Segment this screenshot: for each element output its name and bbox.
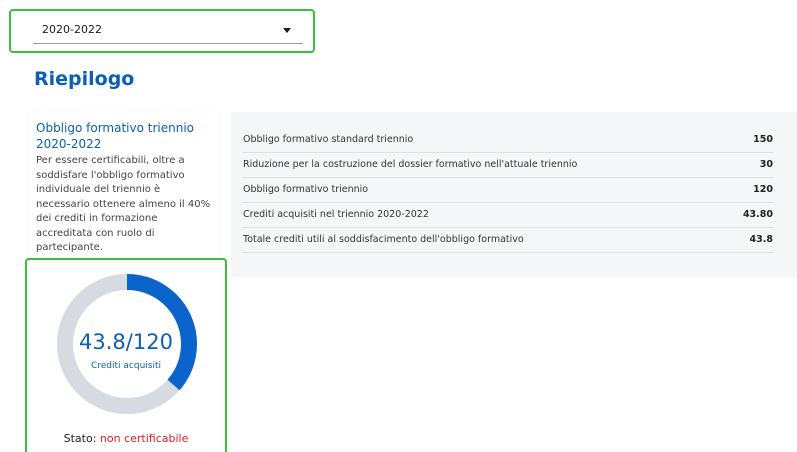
summary-row-label: Obbligo formativo standard triennio [243,134,414,145]
page: 2020-2022 Riepilogo Obbligo formativo tr… [0,0,797,452]
period-select-value: 2020-2022 [42,23,102,36]
period-selector-frame: 2020-2022 [9,9,315,53]
summary-row-value: 120 [753,184,773,195]
credits-donut-card: 43.8/120 Crediti acquisiti Stato: non ce… [25,258,227,452]
summary-row-label: Totale crediti utili al soddisfacimento … [243,234,524,245]
summary-table: Obbligo formativo standard triennio 150 … [231,112,797,277]
summary-row: Obbligo formativo triennio 120 [243,178,773,203]
summary-row-label: Crediti acquisiti nel triennio 2020-2022 [243,209,429,220]
summary-row-value: 30 [759,159,773,170]
summary-row-value: 43.80 [742,209,773,220]
summary-row-value: 150 [753,134,773,145]
status-label: Stato: [63,432,97,445]
summary-row: Totale crediti utili al soddisfacimento … [243,228,773,253]
period-select[interactable]: 2020-2022 [33,17,303,44]
section-title: Riepilogo [34,68,135,90]
summary-row: Crediti acquisiti nel triennio 2020-2022… [243,203,773,228]
summary-row-value: 43.8 [749,234,773,245]
summary-row: Riduzione per la costruzione del dossier… [243,153,773,178]
info-card-text: Per essere certificabili, oltre a soddis… [36,155,211,253]
summary-row-label: Riduzione per la costruzione del dossier… [243,159,578,170]
summary-row: Obbligo formativo standard triennio 150 [243,128,773,153]
chevron-down-icon [283,28,291,33]
status: Stato: non certificabile [27,432,225,445]
status-value: non certificabile [99,432,189,445]
info-card: Obbligo formativo triennio 2020-2022 Per… [28,110,220,260]
info-card-title: Obbligo formativo triennio 2020-2022 [36,121,194,151]
credits-value: 43.8/120 [79,330,173,354]
credits-label: Crediti acquisiti [90,361,162,371]
summary-row-label: Obbligo formativo triennio [243,184,369,195]
